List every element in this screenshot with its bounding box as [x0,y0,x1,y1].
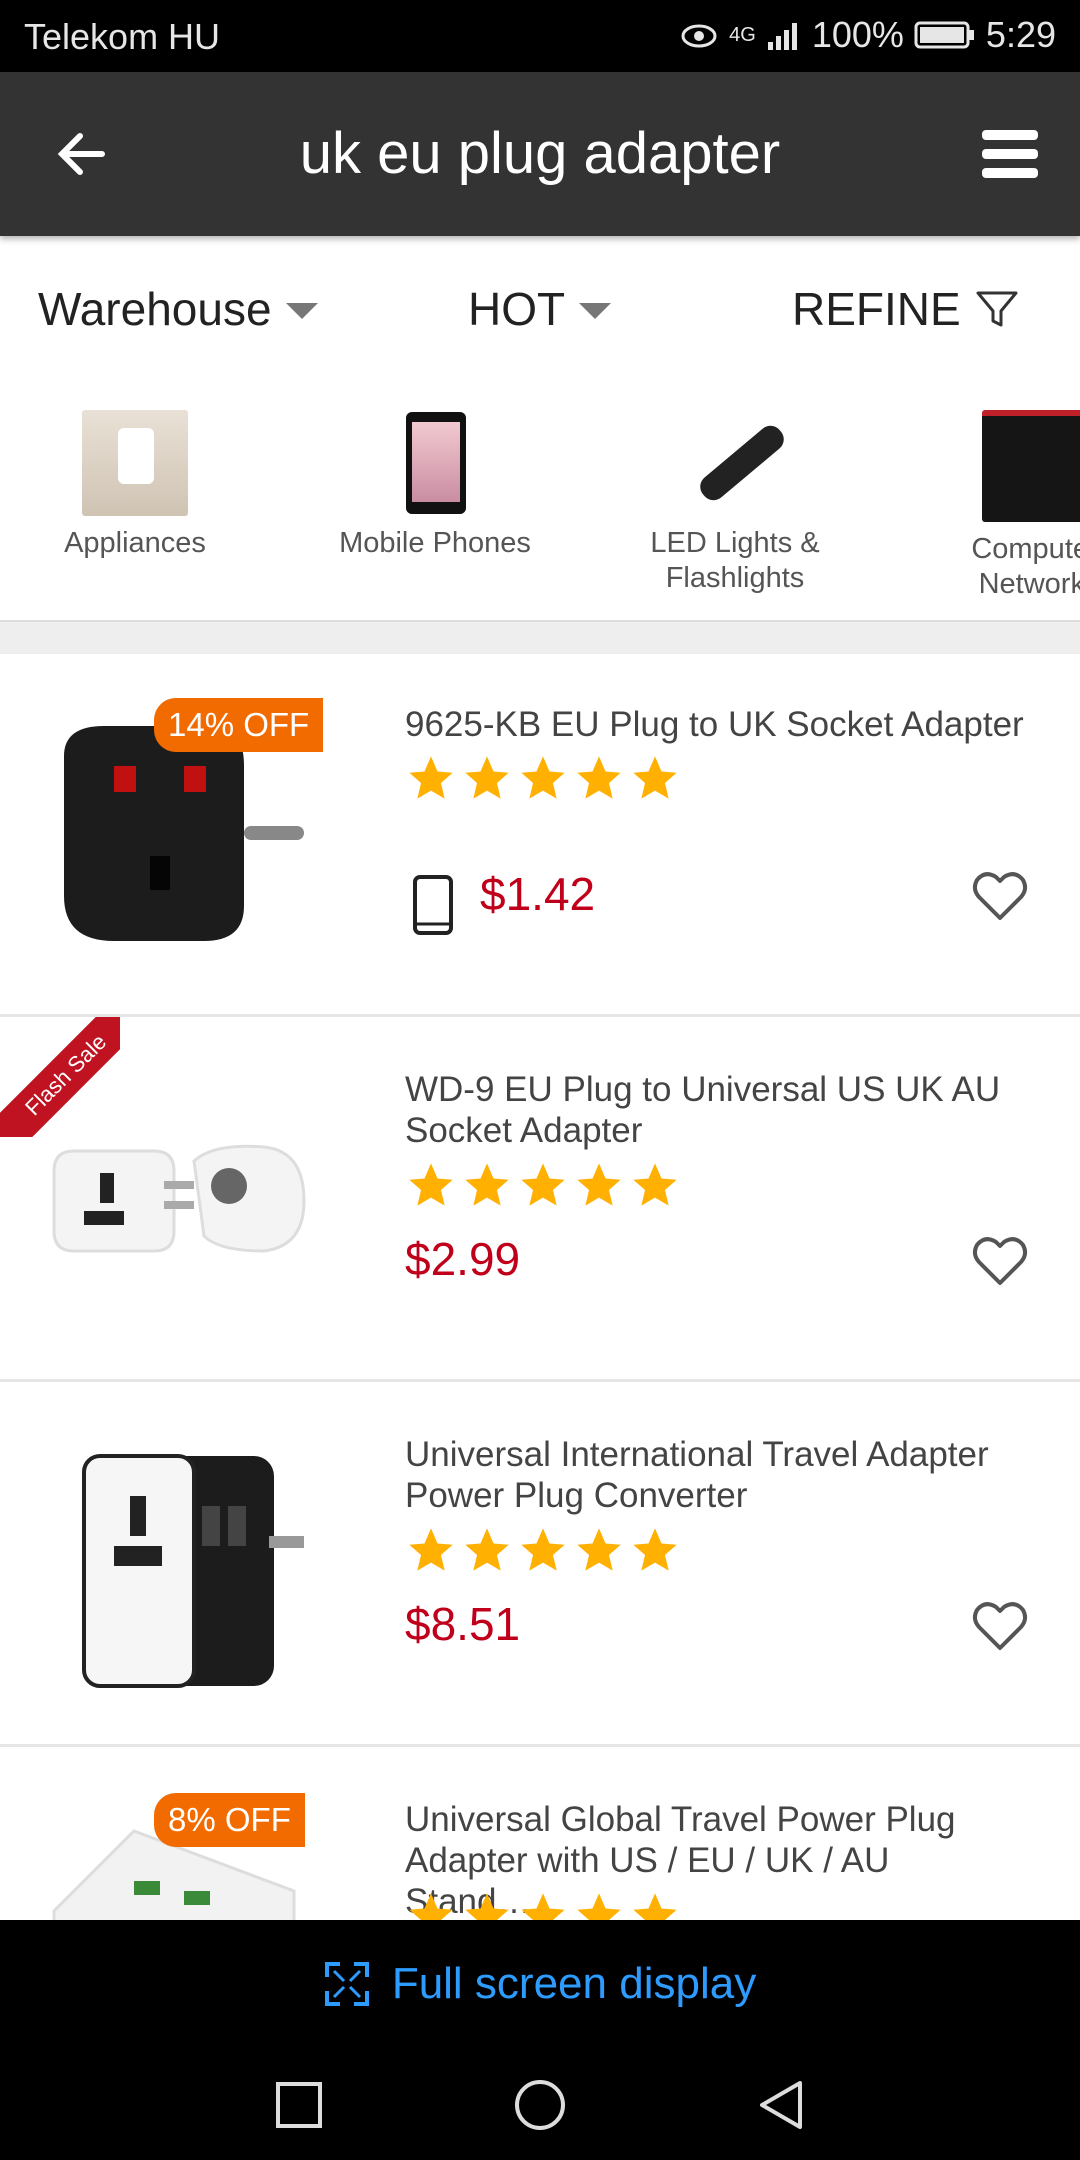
network-type: 4G [729,23,756,46]
star-icon [521,1893,565,1920]
product-image [82,1454,304,1688]
star-icon [633,1893,677,1920]
star-icon [577,1163,621,1206]
system-navigation-bar [0,2048,1080,2160]
signal-icon [767,23,797,50]
wishlist-heart-icon[interactable] [972,870,1028,922]
star-icon [465,1163,509,1206]
star-icon [465,756,509,799]
full-screen-label: Full screen display [391,1959,757,2008]
tv-box-thumbnail [982,410,1080,522]
category-appliances[interactable]: Appliances [0,410,285,561]
category-label: Computer Networki [971,533,1080,600]
star-icon [465,1893,509,1920]
refine-button[interactable]: REFINE [792,282,1019,336]
recent-apps-icon[interactable] [272,2078,326,2132]
star-icon [633,756,677,799]
star-icon [633,1528,677,1571]
category-label: Mobile Phones [339,527,531,559]
product-card[interactable]: Universal International Travel Adapter P… [0,1382,1080,1747]
sort-dropdown[interactable]: HOT [468,282,612,336]
discount-badge: 8% OFF [154,1793,305,1847]
star-icon [409,1163,453,1206]
star-icon [577,1893,621,1920]
mobile-phone-icon [413,875,453,935]
section-divider [0,620,1080,654]
star-icon [633,1163,677,1206]
flash-sale-label: Flash Sale [0,1017,120,1137]
star-icon [409,756,453,799]
product-price: $8.51 [405,1598,521,1650]
rating-stars [405,1159,681,1211]
star-icon [409,1893,453,1920]
chevron-down-icon [579,303,612,319]
category-computer-networking[interactable]: Computer Networki [885,410,1080,602]
product-price: $1.42 [480,868,596,920]
home-icon[interactable] [513,2078,567,2132]
product-card[interactable]: 14% OFF 9625-KB EU Plug to UK Socket Ada… [0,652,1080,1017]
star-icon [577,1528,621,1571]
search-query-title[interactable]: uk eu plug adapter [0,120,1080,187]
phone-thumbnail [382,410,488,516]
wishlist-heart-icon[interactable] [972,1235,1028,1287]
star-icon [521,1163,565,1206]
clock: 5:29 [985,14,1056,55]
rating-stars [405,1889,681,1920]
full-screen-display-button[interactable]: Full screen display [0,1920,1080,2048]
star-icon [409,1528,453,1571]
product-card[interactable]: 8% OFF Universal Global Travel Power Plu… [0,1747,1080,1920]
star-icon [465,1528,509,1571]
star-icon [521,756,565,799]
back-icon[interactable] [754,2078,808,2132]
sort-label: HOT [468,283,566,335]
eye-comfort-icon [681,24,717,48]
hamburger-menu-icon[interactable] [980,124,1040,184]
product-name[interactable]: 9625-KB EU Plug to UK Socket Adapter [405,704,1025,745]
category-mobile-phones[interactable]: Mobile Phones [285,410,585,561]
product-name[interactable]: WD-9 EU Plug to Universal US UK AU Socke… [405,1069,1025,1151]
refine-label: REFINE [792,283,961,335]
category-label: Appliances [64,527,206,559]
warehouse-dropdown[interactable]: Warehouse [38,282,318,336]
product-card[interactable]: Flash Sale WD-9 EU Plug to Universal US … [0,1017,1080,1382]
carrier-label: Telekom HU [24,16,221,57]
rating-stars [405,1524,681,1576]
category-led-lights[interactable]: LED Lights & Flashlights [585,410,885,596]
expand-icon [324,1962,369,2006]
rating-stars [405,752,681,804]
app-bar: uk eu plug adapter [0,72,1080,236]
flashlight-thumbnail [682,410,789,516]
battery-percent: 100% [811,14,904,55]
star-icon [577,756,621,799]
discount-badge: 14% OFF [154,698,324,752]
warehouse-label: Warehouse [38,283,272,335]
flash-sale-ribbon: Flash Sale [0,1017,120,1137]
filter-funnel-icon [976,291,1018,327]
wishlist-heart-icon[interactable] [972,1600,1028,1652]
chevron-down-icon [285,303,318,319]
appliance-thumbnail [82,410,188,516]
status-bar: Telekom HU 4G 100% 5:29 [0,0,1080,72]
filter-bar: Warehouse HOT REFINE [0,236,1080,386]
category-label: LED Lights & Flashlights [650,527,820,594]
star-icon [521,1528,565,1571]
battery-icon [914,21,974,49]
product-name[interactable]: Universal International Travel Adapter P… [405,1434,1025,1516]
category-strip: Appliances Mobile Phones LED Lights & Fl… [0,396,1080,620]
product-list[interactable]: 14% OFF 9625-KB EU Plug to UK Socket Ada… [0,652,1080,1920]
product-price: $2.99 [405,1233,521,1285]
